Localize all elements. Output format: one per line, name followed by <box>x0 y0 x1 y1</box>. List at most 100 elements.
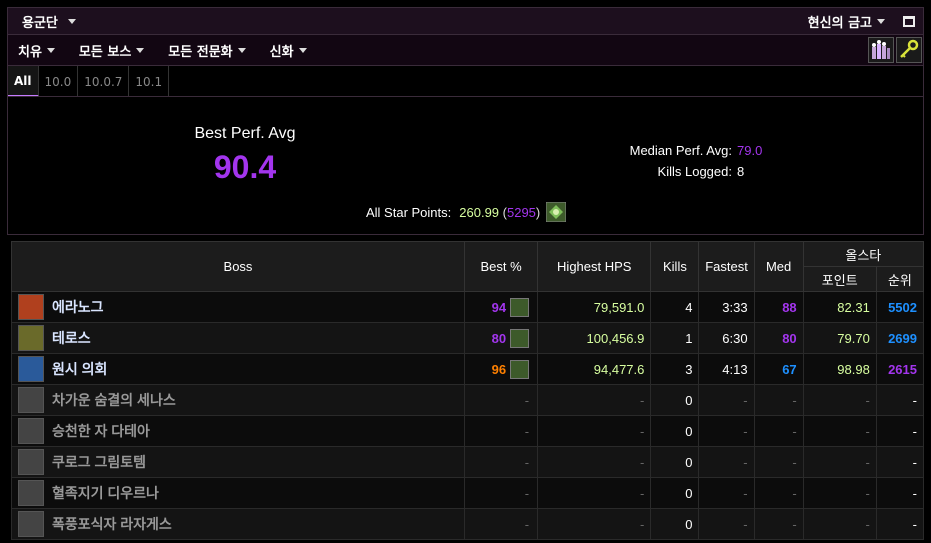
table-row[interactable]: 에라노그 94 79,591.0 4 3:33 88 82.31 5502 <box>11 291 925 323</box>
boss-cell[interactable]: 혈족지기 디우르나 <box>11 477 465 509</box>
table-row[interactable]: 승천한 자 다테아 - -0- - - - <box>11 415 925 447</box>
best-cell: - <box>463 384 539 416</box>
rank-cell: - <box>875 477 925 509</box>
boss-name[interactable]: 에라노그 <box>52 297 104 317</box>
boss-name[interactable]: 혈족지기 디우르나 <box>52 483 159 503</box>
points-cell: - <box>802 415 877 447</box>
kills-value: 8 <box>737 164 745 179</box>
party-icon[interactable] <box>868 37 894 63</box>
rank-cell: 2699 <box>875 322 925 354</box>
metric-dropdown[interactable]: 치유 <box>18 41 55 60</box>
boss-name[interactable]: 승천한 자 다테아 <box>52 421 150 441</box>
rank-cell: 2615 <box>875 353 925 385</box>
rank-cell: - <box>875 384 925 416</box>
raid-dropdown[interactable]: 현신의 금고 <box>808 12 885 31</box>
col-points[interactable]: 포인트 <box>802 266 877 292</box>
maximize-icon[interactable] <box>903 15 915 27</box>
boss-name[interactable]: 테로스 <box>52 328 91 348</box>
hps-cell: 100,456.9 <box>537 322 652 354</box>
star-points: All Star Points: 260.99 (5295) <box>366 202 567 222</box>
boss-cell[interactable]: 승천한 자 다테아 <box>11 415 465 447</box>
expansion-dropdown[interactable]: 용군단 <box>22 12 76 31</box>
boss-portrait-icon <box>18 480 44 506</box>
best-pct: 80 <box>491 330 507 346</box>
col-rank[interactable]: 순위 <box>875 266 925 292</box>
median-block: Median Perf. Avg: 79.0 Kills Logged: 8 <box>528 140 828 182</box>
col-med[interactable]: Med <box>753 241 804 292</box>
table-row[interactable]: 원시 의회 96 94,477.6 3 4:13 67 98.98 2615 <box>11 353 925 385</box>
table-row[interactable]: 폭풍포식자 라자게스 - -0- - - - <box>11 508 925 540</box>
boss-cell[interactable]: 테로스 <box>11 322 465 354</box>
chevron-down-icon <box>237 47 246 53</box>
boss-name[interactable]: 원시 의회 <box>52 359 107 379</box>
boss-name[interactable]: 쿠로그 그림토템 <box>52 452 146 472</box>
med-cell: 80 <box>753 322 804 354</box>
fastest-cell: 4:13 <box>698 353 755 385</box>
difficulty-dropdown[interactable]: 신화 <box>270 41 307 60</box>
star-points-value: 260.99 <box>459 204 500 220</box>
boss-table-wrap: Boss Best % Highest HPS Kills Fastest Me… <box>11 241 925 543</box>
rank-cell: - <box>875 508 925 540</box>
boss-portrait-icon <box>18 511 44 537</box>
kills-label: Kills Logged: <box>657 164 732 179</box>
boss-portrait-icon <box>18 294 44 320</box>
fastest-cell: 6:30 <box>698 322 755 354</box>
chevron-down-icon <box>67 18 76 24</box>
col-kills[interactable]: Kills <box>650 241 700 292</box>
difficulty-label: 신화 <box>269 44 294 60</box>
hps-cell: - <box>537 384 652 416</box>
table-row[interactable]: 쿠로그 그림토템 - -0- - - - <box>11 446 925 478</box>
key-icon[interactable] <box>896 37 922 63</box>
kills-cell: 4 <box>650 291 700 323</box>
boss-dropdown[interactable]: 모든 보스 <box>78 41 145 60</box>
boss-filter-label: 모든 보스 <box>78 44 132 60</box>
table-row[interactable]: 혈족지기 디우르나 - -0- - - - <box>11 477 925 509</box>
chevron-down-icon <box>298 47 307 53</box>
points-cell: 98.98 <box>802 353 877 385</box>
best-cell: - <box>463 415 539 447</box>
best-cell: 94 <box>463 291 539 323</box>
summary-panel: Best Perf. Avg 90.4 Median Perf. Avg: 79… <box>7 96 924 235</box>
spec-dropdown[interactable]: 모든 전문화 <box>168 41 246 60</box>
table-row[interactable]: 테로스 80 100,456.9 1 6:30 80 79.70 2699 <box>11 322 925 354</box>
median-label: Median Perf. Avg: <box>629 143 732 158</box>
col-fastest[interactable]: Fastest <box>698 241 755 292</box>
spec-icon <box>510 359 530 379</box>
boss-portrait-icon <box>18 325 44 351</box>
boss-name[interactable]: 차가운 숨결의 세나스 <box>52 390 176 410</box>
best-pct: - <box>524 516 530 532</box>
boss-cell[interactable]: 차가운 숨결의 세나스 <box>11 384 465 416</box>
raid-label: 현신의 금고 <box>807 15 872 31</box>
points-cell: 82.31 <box>802 291 877 323</box>
med-cell: - <box>753 384 804 416</box>
partition-tabs: All 10.0 10.0.7 10.1 <box>7 65 924 97</box>
kills-cell: 1 <box>650 322 700 354</box>
chevron-down-icon <box>136 47 145 53</box>
col-boss[interactable]: Boss <box>11 241 465 292</box>
filter-bar: 치유 모든 보스 모든 전문화 신화 <box>7 35 924 65</box>
fastest-cell: - <box>698 508 755 540</box>
rank-cell: - <box>875 446 925 478</box>
boss-name[interactable]: 폭풍포식자 라자게스 <box>52 514 172 534</box>
boss-cell[interactable]: 에라노그 <box>11 291 465 323</box>
top-bar: 용군단 현신의 금고 <box>7 7 924 35</box>
col-hps[interactable]: Highest HPS <box>537 241 652 292</box>
med-cell: - <box>753 415 804 447</box>
tab-10-1[interactable]: 10.1 <box>129 66 170 97</box>
chevron-down-icon <box>46 47 55 53</box>
tab-all[interactable]: All <box>8 66 39 97</box>
boss-cell[interactable]: 쿠로그 그림토템 <box>11 446 465 478</box>
table-row[interactable]: 차가운 숨결의 세나스 - -0- - - - <box>11 384 925 416</box>
med-cell: - <box>753 508 804 540</box>
kills-cell: 3 <box>650 353 700 385</box>
med-cell: - <box>753 477 804 509</box>
boss-portrait-icon <box>18 449 44 475</box>
best-pct: - <box>524 392 530 408</box>
best-pct: - <box>524 485 530 501</box>
tab-10-0-7[interactable]: 10.0.7 <box>78 66 130 97</box>
tab-10-0[interactable]: 10.0 <box>39 66 79 97</box>
points-cell: - <box>802 446 877 478</box>
boss-cell[interactable]: 폭풍포식자 라자게스 <box>11 508 465 540</box>
boss-cell[interactable]: 원시 의회 <box>11 353 465 385</box>
col-best[interactable]: Best % <box>463 241 539 292</box>
